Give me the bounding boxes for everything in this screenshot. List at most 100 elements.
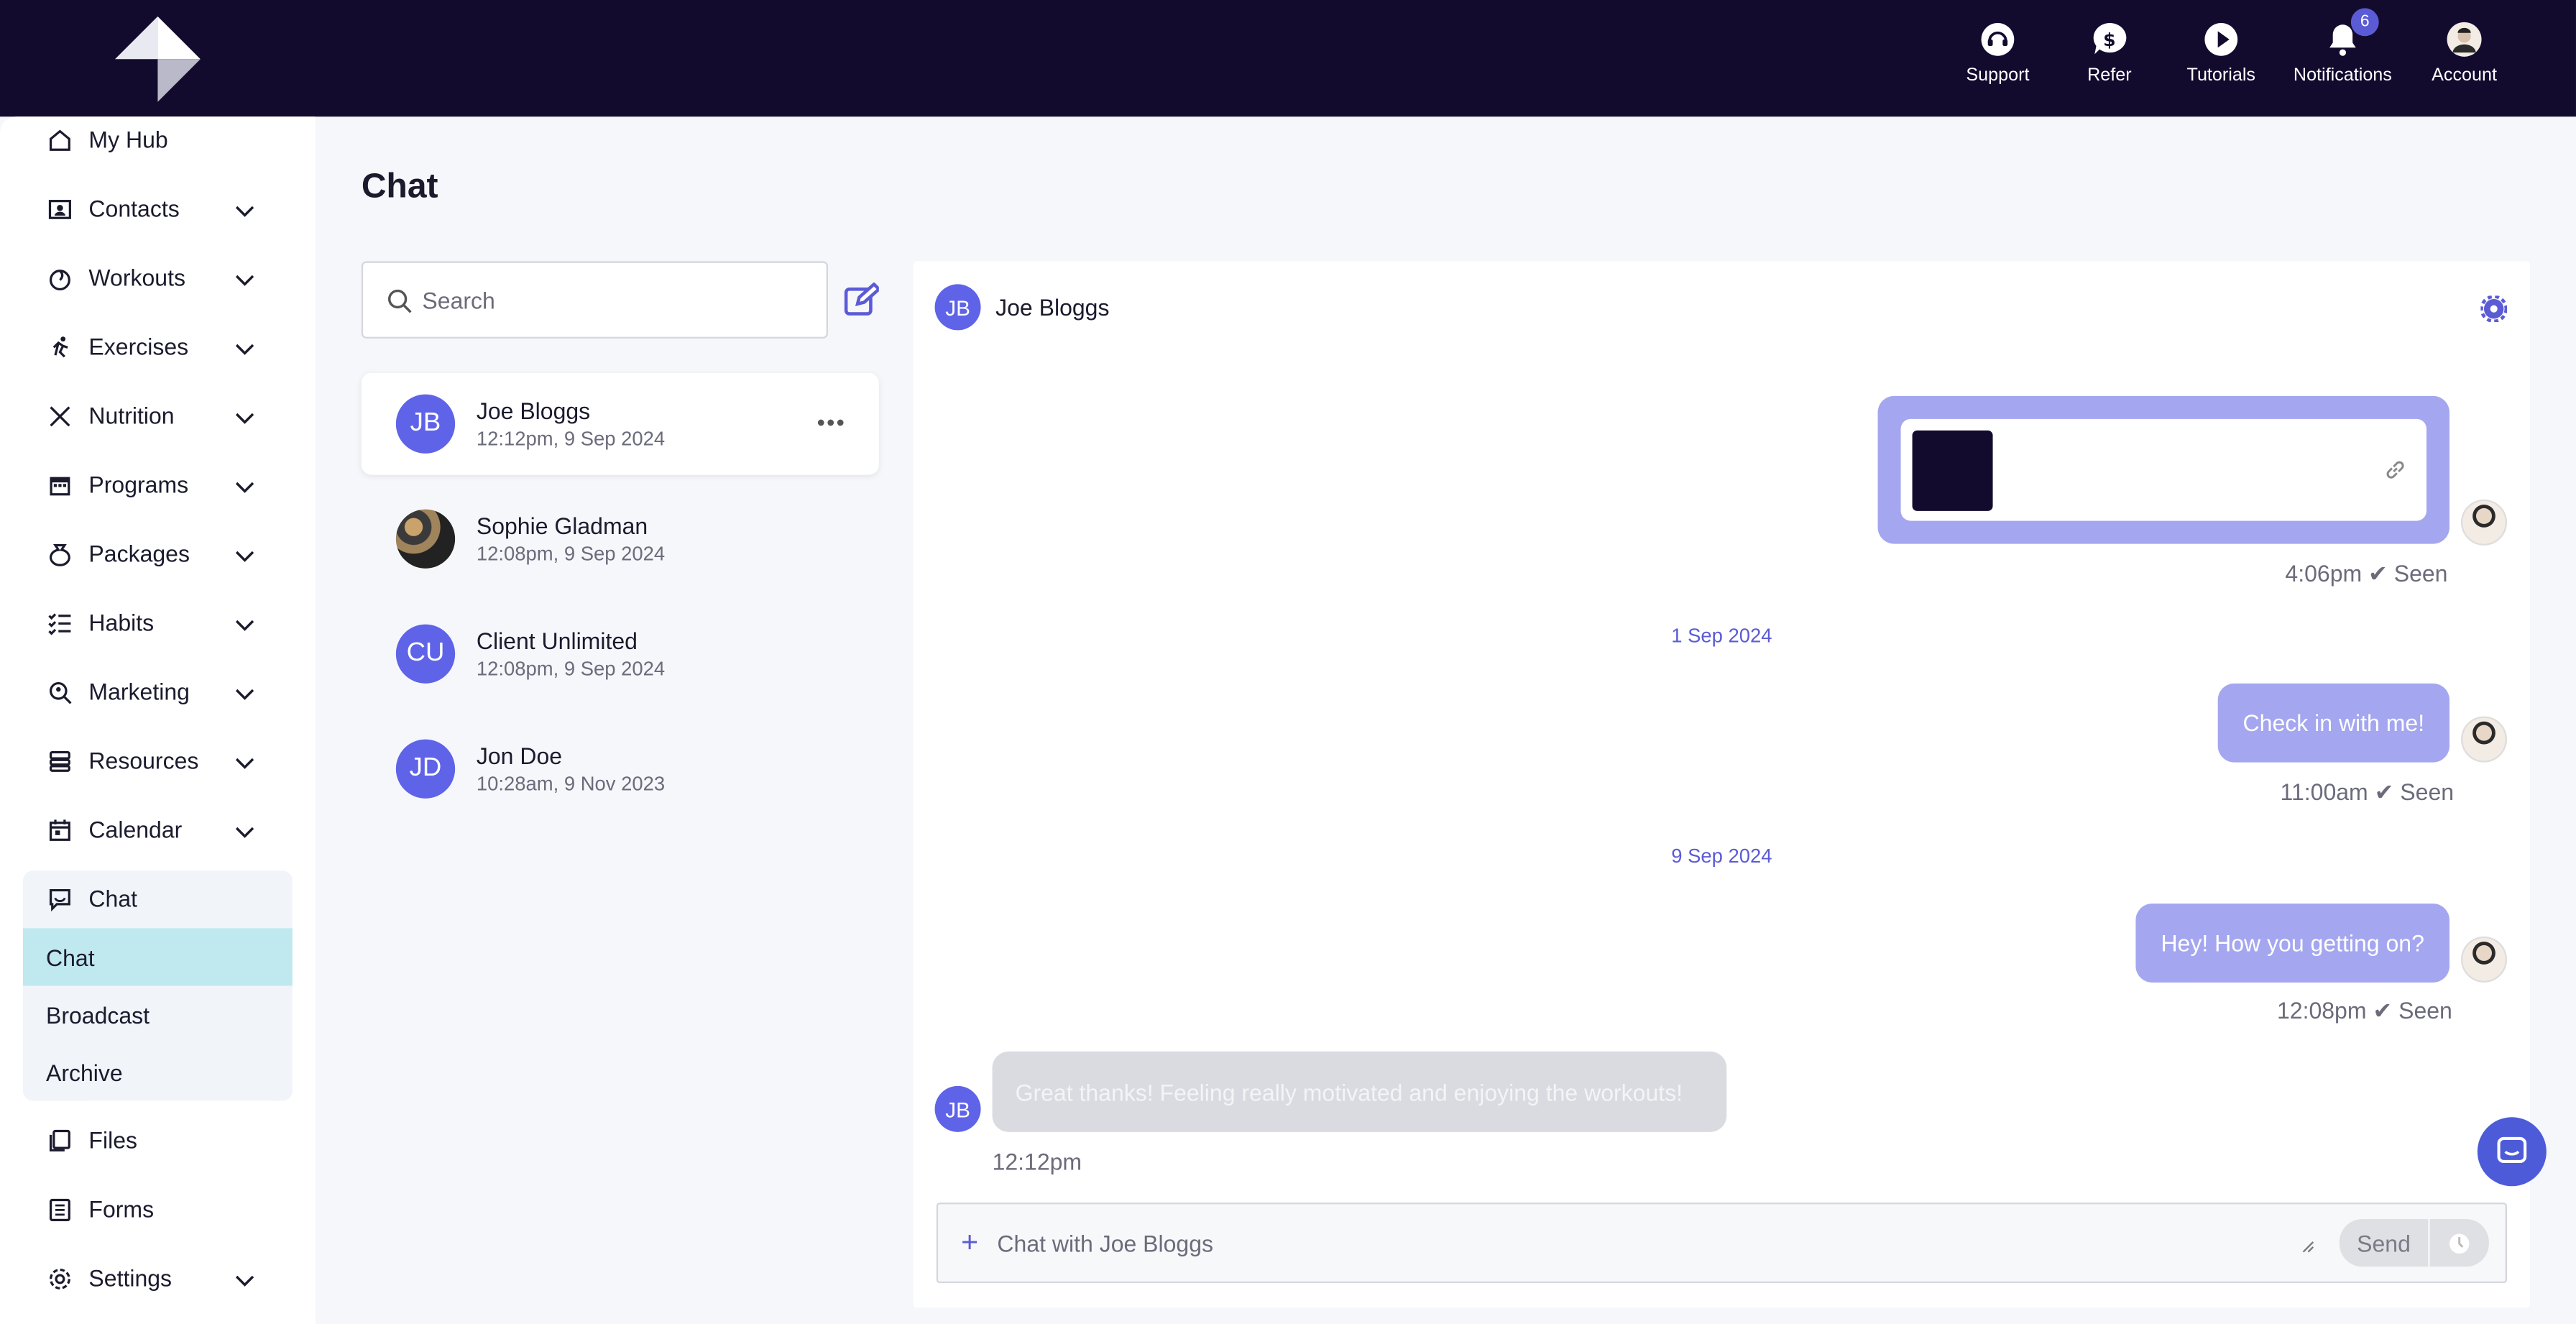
page-title: Chat: [361, 167, 438, 206]
conversation-item[interactable]: CU Client Unlimited 12:08pm, 9 Sep 2024: [362, 603, 879, 705]
add-attachment-icon[interactable]: +: [961, 1226, 984, 1260]
sidebar-item-workouts[interactable]: Workouts: [23, 248, 293, 307]
refer-button[interactable]: $ Refer: [2060, 19, 2158, 86]
chevron-down-icon[interactable]: [234, 199, 257, 222]
help-chat-button[interactable]: [2477, 1117, 2547, 1187]
notifications-label: Notifications: [2293, 65, 2392, 86]
search-input[interactable]: Search: [361, 261, 828, 339]
search-icon: [387, 288, 412, 313]
gear-icon[interactable]: [2480, 295, 2507, 322]
brand-logo[interactable]: [111, 13, 203, 105]
svg-text:$: $: [2103, 29, 2115, 50]
sidebar-item-nutrition[interactable]: Nutrition: [23, 386, 293, 445]
sidebar-subitem-broadcast[interactable]: Broadcast: [23, 985, 293, 1043]
send-label: Send: [2357, 1229, 2411, 1256]
sidebar-item-files[interactable]: Files: [23, 1111, 293, 1169]
chevron-down-icon[interactable]: [234, 820, 257, 843]
account-label: Account: [2432, 65, 2497, 86]
sidebar-subitem-label: Broadcast: [45, 1001, 150, 1028]
message-composer[interactable]: + Chat with Joe Bloggs Send: [936, 1203, 2507, 1284]
link-thumbnail: [1912, 430, 1993, 511]
message-bubble-outgoing[interactable]: Check in with me!: [2217, 683, 2450, 763]
sidebar-item-exercises[interactable]: Exercises: [23, 317, 293, 376]
stack-icon: [46, 748, 73, 774]
chevron-down-icon[interactable]: [234, 1269, 257, 1292]
support-button[interactable]: Support: [1949, 19, 2047, 86]
sidebar-item-packages[interactable]: Packages: [23, 524, 293, 583]
chat-header: JB Joe Bloggs: [934, 284, 1109, 331]
chevron-down-icon[interactable]: [234, 268, 257, 291]
sidebar-item-habits[interactable]: Habits: [23, 593, 293, 652]
top-actions: Support $ Refer Tutorials 6 Notification: [1936, 8, 2514, 86]
sidebar-subitem-label: Archive: [45, 1059, 123, 1085]
headset-icon: [1978, 19, 2018, 59]
sidebar-item-forms[interactable]: Forms: [23, 1180, 293, 1238]
conversation-name: Jon Doe: [476, 743, 563, 769]
sidebar-item-resources[interactable]: Resources: [23, 731, 293, 790]
send-button[interactable]: Send: [2339, 1218, 2429, 1267]
tutorials-label: Tutorials: [2186, 65, 2256, 86]
sidebar-item-contacts[interactable]: Contacts: [23, 179, 293, 238]
conversation-item[interactable]: JB Joe Bloggs 12:12pm, 9 Sep 2024 •••: [361, 372, 879, 475]
chevron-down-icon[interactable]: [234, 751, 257, 774]
message-meta: 12:12pm: [992, 1148, 1082, 1175]
message-bubble-outgoing[interactable]: Hey! How you getting on?: [2135, 904, 2450, 983]
message-text: Great thanks! Feeling really motivated a…: [1015, 1078, 1683, 1105]
sidebar-item-label: Files: [88, 1126, 137, 1154]
conversation-name: Sophie Gladman: [476, 512, 648, 539]
date-separator: 1 Sep 2024: [1671, 624, 1772, 648]
sidebar-subitem-chat[interactable]: Chat: [22, 928, 293, 986]
avatar: CU: [395, 624, 456, 684]
message-link-card[interactable]: [1877, 395, 2450, 544]
messenger-icon: [2497, 1136, 2527, 1164]
account-button[interactable]: Account: [2415, 19, 2513, 86]
sidebar-item-label: Contacts: [88, 195, 180, 222]
sidebar-item-label: My Hub: [88, 126, 168, 153]
money-bag-icon: [46, 541, 73, 567]
notification-badge: 6: [2350, 8, 2379, 37]
conversation-item[interactable]: Sophie Gladman 12:08pm, 9 Sep 2024: [362, 488, 879, 590]
tutorials-button[interactable]: Tutorials: [2172, 19, 2271, 86]
link-preview[interactable]: [1900, 418, 2426, 521]
calendar-icon: [46, 817, 73, 843]
conversation-time: 12:08pm, 9 Sep 2024: [476, 542, 666, 566]
chevron-down-icon[interactable]: [234, 406, 257, 429]
calendar-grid-icon: [46, 472, 73, 498]
compose-icon[interactable]: [843, 282, 879, 318]
message-bubble-incoming[interactable]: Great thanks! Feeling really motivated a…: [992, 1051, 1727, 1132]
play-icon: [2202, 19, 2241, 59]
conversation-item[interactable]: JD Jon Doe 10:28am, 9 Nov 2023: [362, 718, 879, 820]
dollar-chat-icon: $: [2089, 19, 2129, 59]
message-text: Check in with me!: [2242, 709, 2425, 736]
sidebar-item-my-hub[interactable]: My Hub: [23, 110, 293, 169]
date-separator: 9 Sep 2024: [1671, 844, 1772, 868]
resize-handle-icon[interactable]: [2301, 1241, 2314, 1254]
sidebar-subitem-label: Chat: [45, 944, 95, 970]
chevron-down-icon[interactable]: [234, 682, 257, 705]
message-text: Hey! How you getting on?: [2161, 929, 2424, 957]
more-options-icon[interactable]: •••: [817, 409, 846, 436]
conversation-time: 12:08pm, 9 Sep 2024: [476, 657, 666, 681]
search-placeholder: Search: [422, 286, 495, 313]
sidebar-item-settings[interactable]: Settings: [23, 1249, 293, 1307]
chevron-down-icon[interactable]: [234, 544, 257, 567]
chevron-down-icon[interactable]: [234, 337, 257, 360]
clock-icon: [2449, 1233, 2470, 1253]
avatar: JD: [395, 739, 456, 799]
sidebar-item-calendar[interactable]: Calendar: [23, 800, 293, 859]
chevron-down-icon[interactable]: [234, 475, 257, 498]
sidebar-item-chat[interactable]: Chat: [23, 869, 293, 928]
notifications-button[interactable]: 6 Notifications: [2283, 8, 2402, 86]
avatar: JB: [395, 394, 456, 454]
avatar: [2460, 716, 2507, 763]
message-meta: 4:06pm ✔ Seen: [2285, 560, 2448, 587]
sidebar-item-marketing[interactable]: Marketing: [23, 662, 293, 721]
schedule-button[interactable]: [2429, 1218, 2489, 1267]
avatar: JB: [934, 284, 981, 331]
search-person-icon: [46, 679, 73, 705]
sidebar-subitem-archive[interactable]: Archive: [23, 1043, 293, 1100]
sidebar-item-programs[interactable]: Programs: [23, 455, 293, 514]
conversation-name: Client Unlimited: [476, 627, 638, 654]
avatar: [2460, 936, 2507, 983]
chevron-down-icon[interactable]: [234, 613, 257, 636]
